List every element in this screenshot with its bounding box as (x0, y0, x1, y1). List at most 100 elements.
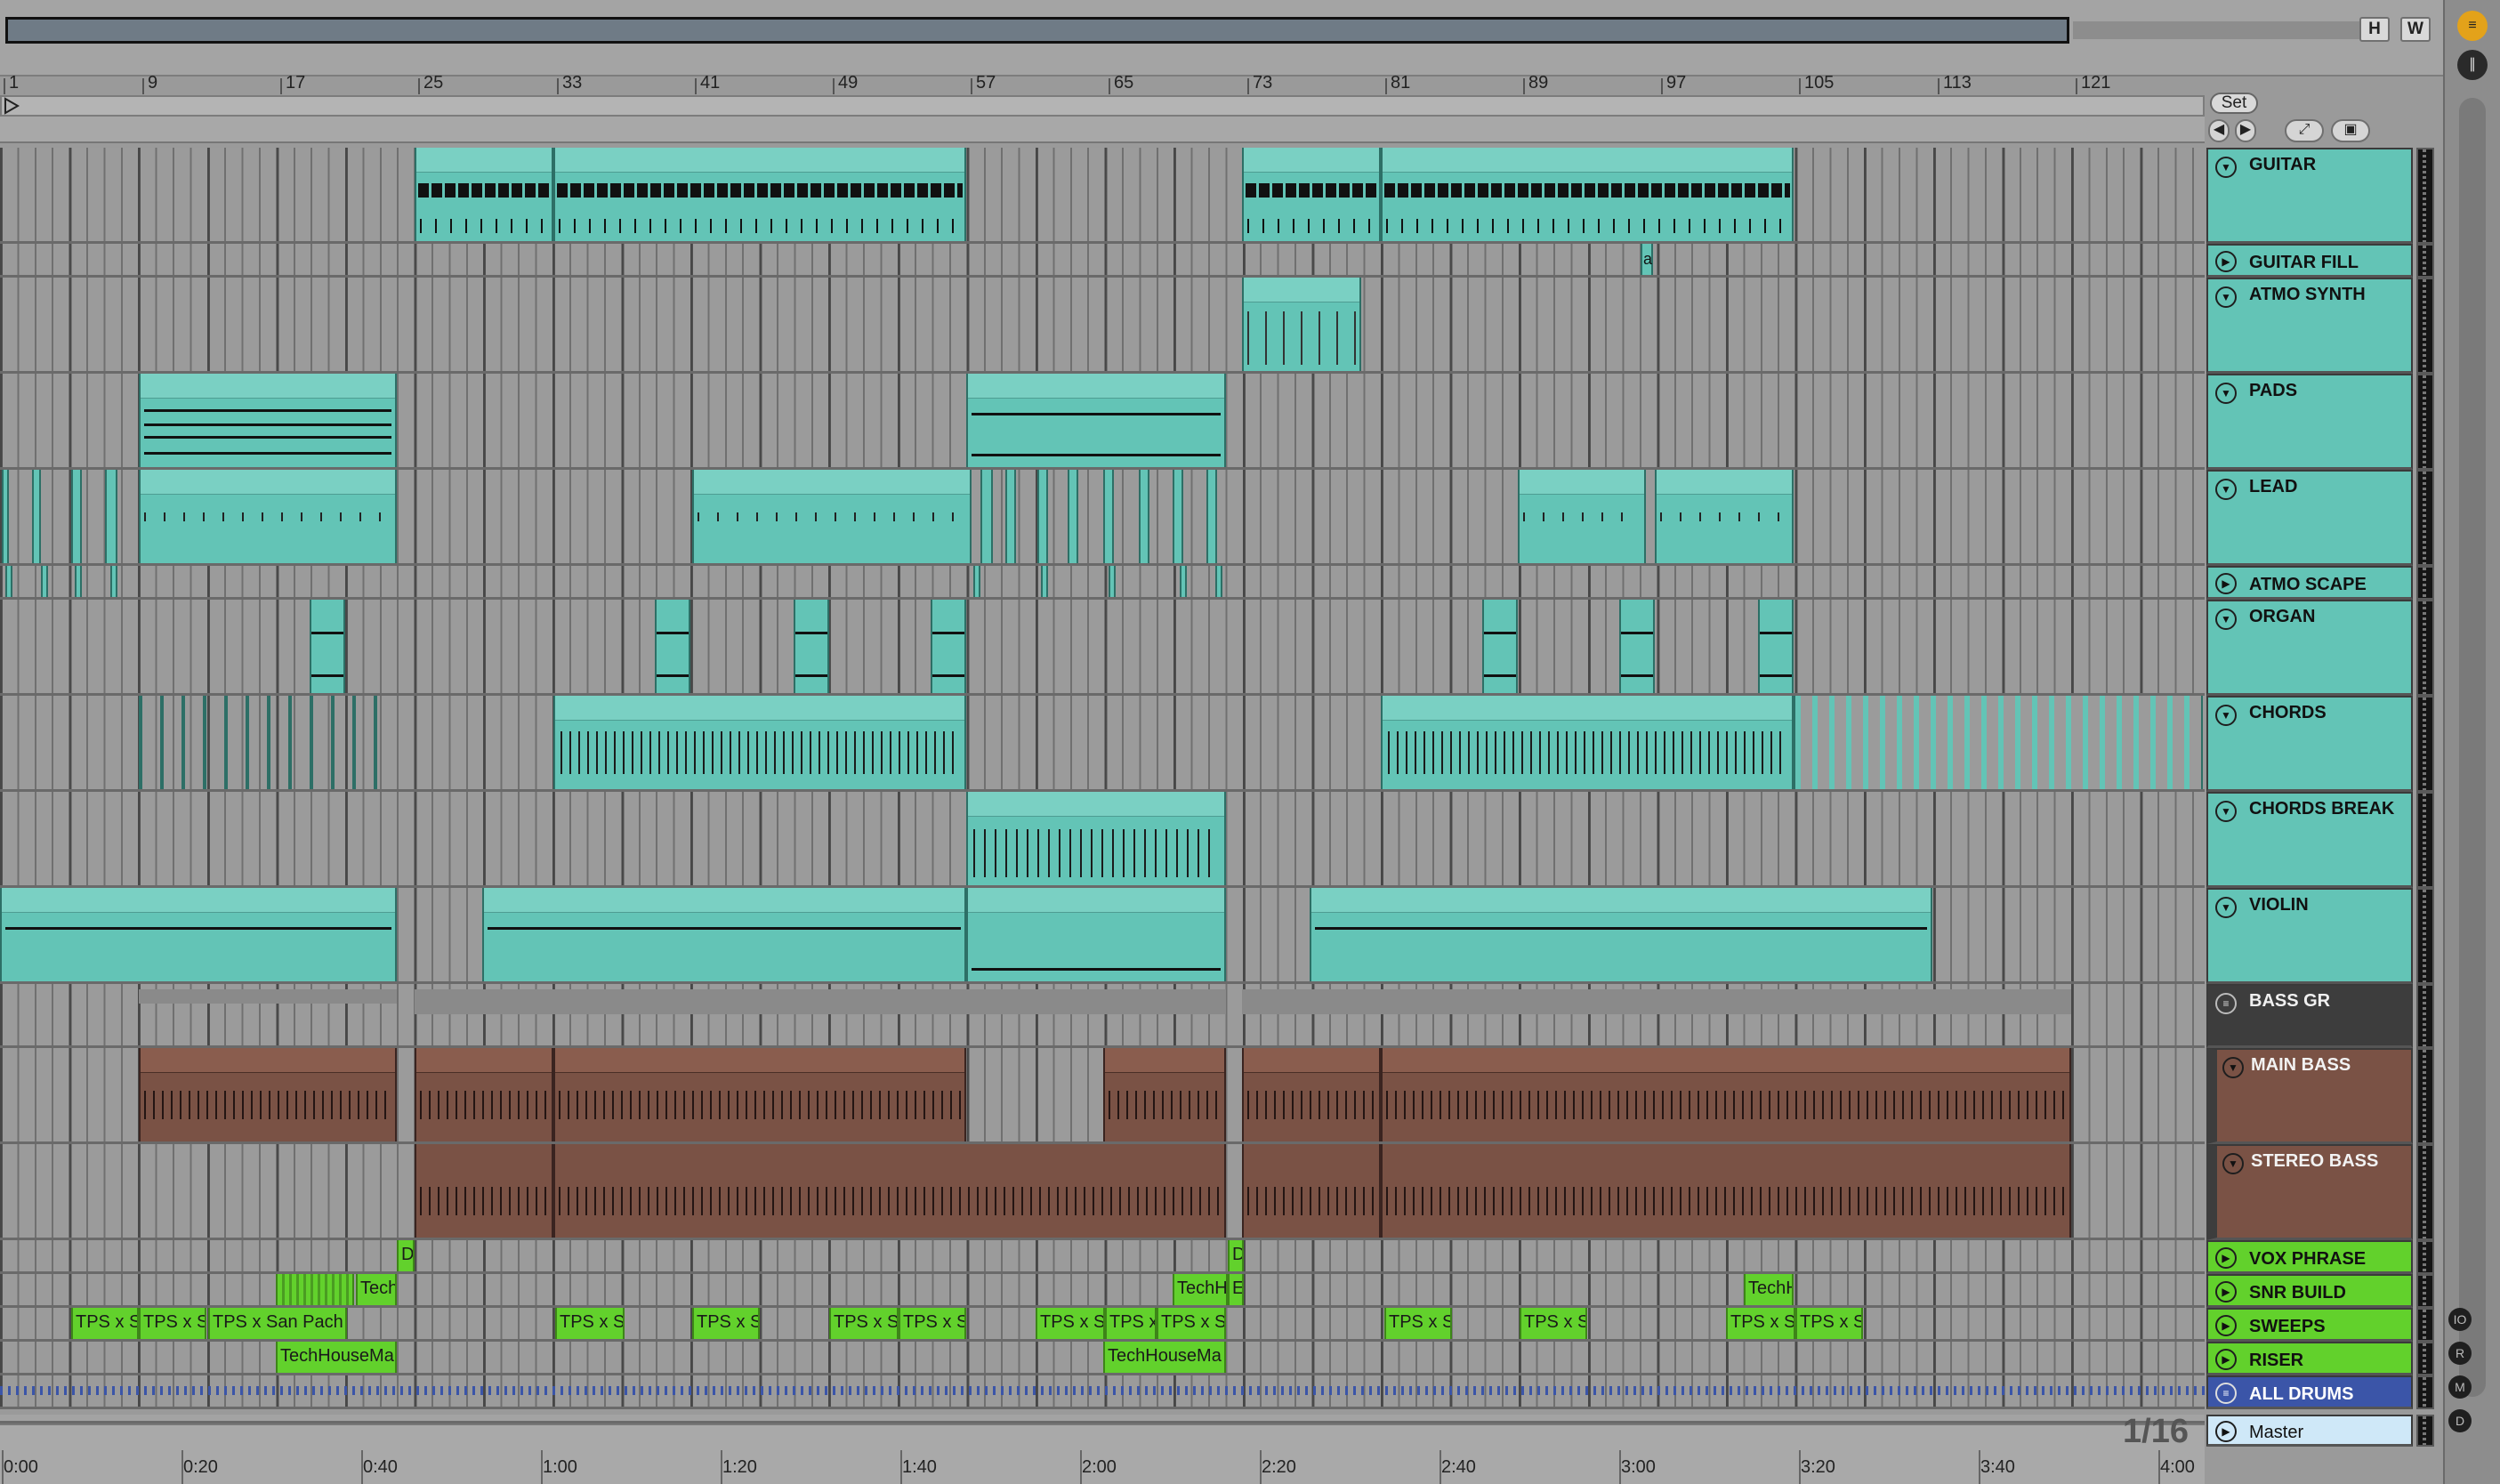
clip[interactable] (1041, 566, 1048, 597)
lane-guitar[interactable] (0, 148, 2205, 244)
mixer-toggle-icon[interactable]: M (2448, 1375, 2472, 1399)
clip[interactable] (1518, 470, 1646, 563)
clip[interactable] (2, 470, 9, 563)
clip[interactable] (374, 696, 377, 789)
fold-icon[interactable]: ▼ (2215, 479, 2237, 500)
clip[interactable] (1068, 470, 1078, 563)
track-header-bass-gr[interactable]: ≡ BASS GR (2206, 984, 2413, 1048)
clip[interactable] (1242, 148, 1381, 241)
clip[interactable] (1381, 1144, 2071, 1238)
lane-guitar-fill[interactable]: a (0, 244, 2205, 278)
lane-pads[interactable] (0, 374, 2205, 470)
clip[interactable] (1242, 278, 1361, 371)
clip[interactable] (288, 696, 292, 789)
vertical-scrollbar[interactable] (2459, 98, 2486, 1397)
track-header-sweeps[interactable]: ▶ SWEEPS (2206, 1308, 2413, 1342)
lane-atmo-synth[interactable] (0, 278, 2205, 374)
lock-icon[interactable]: ▣ (2331, 119, 2370, 142)
lane-all-drums[interactable] (0, 1375, 2205, 1409)
track-header-atmo-scape[interactable]: ▶ ATMO SCAPE (2206, 566, 2413, 600)
loop-bar[interactable] (0, 95, 2205, 117)
clip[interactable] (966, 792, 1226, 885)
track-header-master[interactable]: ▶ Master (2206, 1415, 2413, 1447)
track-header-guitar-fill[interactable]: ▶ GUITAR FILL (2206, 244, 2413, 278)
fold-icon[interactable]: ▼ (2215, 801, 2237, 822)
track-header-organ[interactable]: ▼ ORGAN (2206, 600, 2413, 696)
clip[interactable] (1242, 1144, 1381, 1238)
fold-icon[interactable]: ▼ (2215, 897, 2237, 918)
clip[interactable] (966, 374, 1226, 467)
clip[interactable] (139, 696, 142, 789)
clip[interactable] (655, 600, 690, 693)
track-header-violin[interactable]: ▼ VIOLIN (2206, 888, 2413, 984)
locator-strip[interactable] (0, 117, 2205, 143)
clip[interactable] (1005, 470, 1016, 563)
clip[interactable] (1215, 566, 1222, 597)
grid-quantize-label[interactable]: 1/16 (2123, 1413, 2189, 1451)
fold-icon[interactable]: ▶ (2215, 1247, 2237, 1269)
clip[interactable] (966, 888, 1226, 981)
w-button[interactable]: W (2400, 17, 2431, 42)
clip[interactable]: D (397, 1240, 415, 1271)
clip[interactable] (331, 696, 335, 789)
clip[interactable] (75, 566, 82, 597)
lane-organ[interactable] (0, 600, 2205, 696)
clip[interactable] (1173, 470, 1183, 563)
next-locator-icon[interactable]: ▶ (2235, 119, 2256, 142)
track-header-lead[interactable]: ▼ LEAD (2206, 470, 2413, 566)
clip[interactable] (553, 1048, 966, 1141)
clip[interactable]: TechHouseMa (1103, 1342, 1226, 1373)
clip[interactable]: TPS x S (692, 1308, 760, 1339)
overview-viewport[interactable] (5, 17, 2069, 44)
track-header-chords[interactable]: ▼ CHORDS (2206, 696, 2413, 792)
clip[interactable] (1310, 888, 1932, 981)
clip[interactable] (276, 1274, 354, 1305)
clip[interactable] (110, 566, 117, 597)
clip[interactable] (553, 696, 966, 789)
clip[interactable]: TPS x S (139, 1308, 206, 1339)
clip[interactable] (980, 470, 993, 563)
clip[interactable] (105, 470, 117, 563)
lane-main-bass[interactable] (0, 1048, 2205, 1144)
clip[interactable] (1758, 600, 1794, 693)
fold-icon[interactable]: ▶ (2215, 1281, 2237, 1303)
lane-sweeps[interactable]: TPS x S TPS x S TPS x San Pach TPS x S T… (0, 1308, 2205, 1342)
clip[interactable] (71, 470, 82, 563)
clip[interactable] (415, 148, 553, 241)
clip[interactable] (794, 600, 829, 693)
track-header-riser[interactable]: ▶ RISER (2206, 1342, 2413, 1375)
fold-icon[interactable]: ▶ (2215, 1315, 2237, 1336)
clip[interactable] (415, 1048, 553, 1141)
overview-bar[interactable]: H W (0, 0, 2500, 77)
time-ruler[interactable]: 0:00 0:20 0:40 1:00 1:20 1:40 2:00 2:20 … (0, 1424, 2205, 1484)
fold-icon[interactable]: ▼ (2215, 383, 2237, 404)
fold-icon[interactable]: ▼ (2215, 609, 2237, 630)
clip[interactable]: TechHouseMa (276, 1342, 397, 1373)
clip[interactable] (1655, 470, 1794, 563)
clip[interactable] (203, 696, 206, 789)
clip[interactable] (0, 888, 397, 981)
clip[interactable] (267, 696, 270, 789)
clip[interactable] (1619, 600, 1655, 693)
fold-icon[interactable]: ▶ (2215, 1349, 2237, 1370)
delay-icon[interactable]: D (2448, 1409, 2472, 1432)
clip[interactable] (1180, 566, 1187, 597)
fold-icon[interactable]: ▼ (2215, 286, 2237, 308)
track-header-main-bass[interactable]: ▼ MAIN BASS (2206, 1048, 2413, 1144)
clip[interactable] (1139, 470, 1149, 563)
clip[interactable]: TechH (1173, 1274, 1228, 1305)
clip[interactable] (181, 696, 185, 789)
clip[interactable] (32, 470, 41, 563)
clip[interactable]: TPS x S (829, 1308, 899, 1339)
clip[interactable] (160, 696, 164, 789)
clip[interactable]: TPS x San Pach (208, 1308, 347, 1339)
clip[interactable] (692, 470, 972, 563)
clip[interactable] (1482, 600, 1518, 693)
clip[interactable] (1037, 470, 1048, 563)
lane-atmo-scape[interactable] (0, 566, 2205, 600)
clip[interactable] (931, 600, 966, 693)
clip[interactable]: TPS x S (71, 1308, 139, 1339)
return-icon[interactable]: R (2448, 1342, 2472, 1365)
clip[interactable] (139, 1048, 397, 1141)
clip[interactable] (1381, 1048, 2071, 1141)
